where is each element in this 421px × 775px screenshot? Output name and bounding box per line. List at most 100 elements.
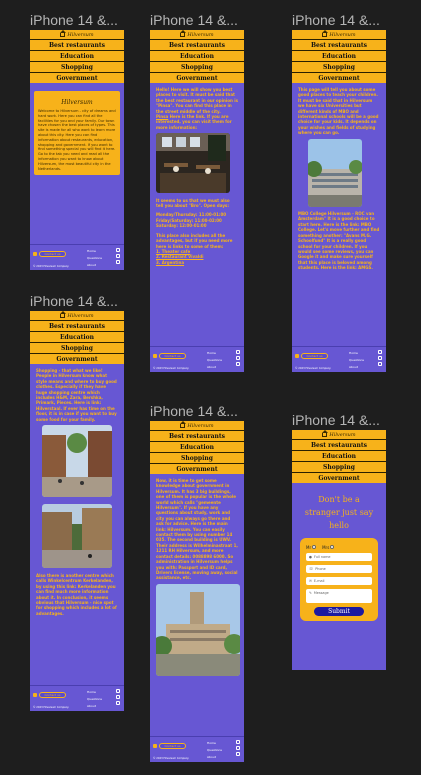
mail-icon: ✉	[309, 579, 312, 583]
phone-icon[interactable]	[236, 362, 240, 366]
pinsa-link[interactable]: Pinsa	[156, 114, 168, 119]
contact-button[interactable]: Contact us	[159, 353, 186, 359]
phone-icon[interactable]	[116, 260, 120, 264]
restaurants-content: Hello! Here we will show you best places…	[150, 83, 244, 269]
contact-button[interactable]: Contact us	[301, 353, 328, 359]
instagram-icon[interactable]	[378, 350, 382, 354]
nav-education[interactable]: Education	[292, 450, 386, 461]
phone-field[interactable]: ☏ Phone	[306, 565, 372, 573]
shopping-content: Shopping - that what we like! People in …	[30, 364, 124, 620]
full-name-field[interactable]: ● Full name	[306, 553, 372, 561]
phone-icon[interactable]	[116, 701, 120, 705]
house-icon	[180, 30, 187, 37]
mail-icon[interactable]	[236, 746, 240, 750]
logo[interactable]: Hilversum	[150, 30, 244, 39]
footer-link-home[interactable]: Home	[349, 350, 364, 357]
list-intro: This place also includes all the advanta…	[156, 232, 233, 249]
nav-government[interactable]: Government	[30, 72, 124, 83]
footer-link-questions[interactable]: Questions	[207, 357, 222, 364]
nav-best-restaurants[interactable]: Best restaurants	[292, 439, 386, 450]
home-frame: Hilversum Best restaurants Education Sho…	[30, 30, 124, 270]
nav-education[interactable]: Education	[30, 331, 124, 342]
nav-shopping[interactable]: Shopping	[150, 452, 244, 463]
nav-government[interactable]: Government	[292, 72, 386, 83]
home-icon[interactable]	[33, 693, 37, 697]
phone-icon[interactable]	[236, 752, 240, 756]
nav-shopping[interactable]: Shopping	[292, 61, 386, 72]
mail-icon[interactable]	[236, 356, 240, 360]
mail-icon[interactable]	[116, 254, 120, 258]
salutation-radio-group: Mr Mrs	[306, 545, 372, 550]
footer-link-questions[interactable]: Questions	[87, 255, 102, 262]
contact-frame: Hilversum Best restaurants Education Sho…	[292, 430, 386, 670]
logo[interactable]: Hilversum	[30, 30, 124, 39]
submit-button[interactable]: Submit	[314, 607, 364, 616]
footer-link-home[interactable]: Home	[87, 248, 102, 255]
education-frame: Hilversum Best restaurants Education Sho…	[292, 30, 386, 372]
logo[interactable]: Hilversum	[292, 30, 386, 39]
radio-mrs[interactable]: Mrs	[322, 545, 335, 550]
nav-best-restaurants[interactable]: Best restaurants	[30, 39, 124, 50]
footer-link-home[interactable]: Home	[87, 689, 102, 696]
nav-best-restaurants[interactable]: Best restaurants	[150, 430, 244, 441]
footer: Contact us Home Questions About © 2023 H…	[292, 346, 386, 372]
footer-link-questions[interactable]: Questions	[207, 747, 222, 754]
frame-title: iPhone 14 &...	[150, 403, 238, 419]
footer-link-about[interactable]: About	[349, 364, 364, 371]
radio-mr[interactable]: Mr	[306, 545, 317, 550]
instagram-icon[interactable]	[236, 350, 240, 354]
logo[interactable]: Hilversum	[30, 311, 124, 320]
home-icon[interactable]	[33, 252, 37, 256]
frame-title: iPhone 14 &...	[30, 293, 118, 309]
nav-shopping[interactable]: Shopping	[292, 461, 386, 472]
link-argentina[interactable]: 3. Argentina	[156, 260, 238, 265]
form-title: Don't be a stranger just say hello	[304, 495, 374, 530]
message-field[interactable]: ✎ Message	[306, 589, 372, 603]
mail-icon[interactable]	[378, 356, 382, 360]
phone-icon[interactable]	[378, 362, 382, 366]
footer-link-about[interactable]: About	[207, 754, 222, 761]
logo[interactable]: Hilversum	[150, 421, 244, 430]
nav-government[interactable]: Government	[150, 463, 244, 474]
footer-link-home[interactable]: Home	[207, 350, 222, 357]
nav-education[interactable]: Education	[150, 50, 244, 61]
nav-government[interactable]: Government	[150, 72, 244, 83]
contact-button[interactable]: Contact us	[159, 743, 186, 749]
footer: Contact us Home Questions About © 2023 H…	[150, 346, 244, 372]
form-card: Mr Mrs ● Full name ☏ Phone ✉ E-mail ✎ Messag…	[300, 538, 378, 621]
logo[interactable]: Hilversum	[292, 430, 386, 439]
nav-education[interactable]: Education	[292, 50, 386, 61]
nav-education[interactable]: Education	[30, 50, 124, 61]
nav-government[interactable]: Government	[30, 353, 124, 364]
mail-icon[interactable]	[116, 695, 120, 699]
email-field[interactable]: ✉ E-mail	[306, 577, 372, 585]
nav-best-restaurants[interactable]: Best restaurants	[292, 39, 386, 50]
nav-best-restaurants[interactable]: Best restaurants	[30, 320, 124, 331]
nav-best-restaurants[interactable]: Best restaurants	[150, 39, 244, 50]
home-icon[interactable]	[153, 354, 157, 358]
footer-link-home[interactable]: Home	[207, 740, 222, 747]
home-icon[interactable]	[295, 354, 299, 358]
instagram-icon[interactable]	[236, 740, 240, 744]
education-text-1: This page will tell you about some good …	[298, 87, 379, 136]
footer-link-about[interactable]: About	[207, 364, 222, 371]
instagram-icon[interactable]	[116, 248, 120, 252]
footer: Contact us Home Questions About © 2023 H…	[150, 736, 244, 762]
contact-button[interactable]: Contact us	[39, 251, 66, 257]
shopping-centre-photo	[42, 504, 112, 569]
home-icon[interactable]	[153, 744, 157, 748]
nav-government[interactable]: Government	[292, 472, 386, 483]
footer-link-about[interactable]: About	[87, 262, 102, 269]
nav-shopping[interactable]: Shopping	[30, 61, 124, 72]
footer-link-about[interactable]: About	[87, 703, 102, 710]
copyright: © 2023 Hilversum Company	[33, 706, 69, 709]
footer-link-questions[interactable]: Questions	[349, 357, 364, 364]
footer-link-questions[interactable]: Questions	[87, 696, 102, 703]
message-icon: ✎	[309, 591, 312, 595]
nav-shopping[interactable]: Shopping	[30, 342, 124, 353]
shopping-frame: Hilversum Best restaurants Education Sho…	[30, 311, 124, 711]
contact-button[interactable]: Contact us	[39, 692, 66, 698]
nav-education[interactable]: Education	[150, 441, 244, 452]
instagram-icon[interactable]	[116, 689, 120, 693]
nav-shopping[interactable]: Shopping	[150, 61, 244, 72]
